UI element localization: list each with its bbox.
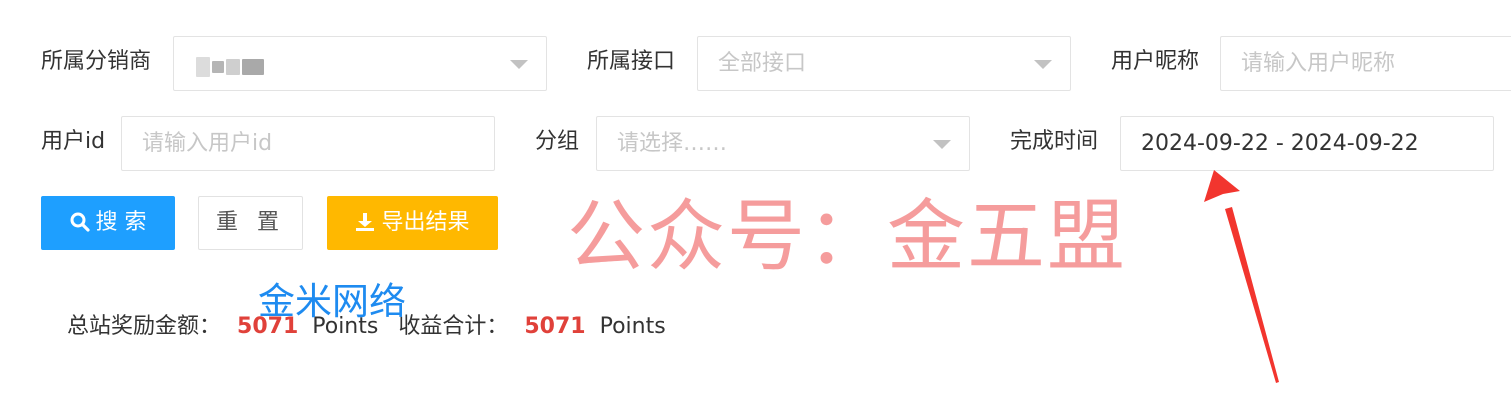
reset-button[interactable]: 重 置: [198, 196, 303, 250]
total-reward-label: 总站奖励金额：: [67, 314, 222, 339]
income-label: 收益合计：: [398, 314, 509, 339]
watermark-red-text: 公众号：金五盟: [567, 192, 1128, 282]
blurred-distributor-value: [196, 57, 210, 77]
annotation-arrow-icon: [1204, 170, 1279, 383]
search-button-label: 搜 索: [95, 210, 147, 235]
search-icon: [70, 212, 90, 232]
blurred-distributor-value-2: [212, 61, 224, 73]
watermark-blue-text: 金米网络: [258, 280, 406, 323]
income-value: 5071: [524, 314, 586, 339]
chevron-down-icon: [510, 60, 528, 69]
reset-button-label: 重 置: [216, 210, 285, 235]
nickname-input-placeholder: 请输入用户昵称: [1241, 51, 1396, 76]
complete-time-value: 2024-09-22 - 2024-09-22: [1141, 131, 1419, 156]
chevron-down-icon: [933, 140, 951, 149]
interface-select[interactable]: 全部接口: [697, 36, 1071, 91]
user-id-input-placeholder: 请输入用户id: [142, 131, 273, 156]
distributor-label: 所属分销商: [41, 49, 152, 74]
distributor-select[interactable]: [173, 36, 547, 91]
user-id-input[interactable]: 请输入用户id: [121, 116, 495, 171]
nickname-label: 用户昵称: [1111, 49, 1200, 74]
group-select-placeholder: 请选择……: [617, 131, 728, 156]
download-icon: [356, 213, 375, 231]
user-id-label: 用户id: [41, 129, 106, 154]
income-unit: Points: [599, 314, 666, 339]
interface-label: 所属接口: [587, 49, 676, 74]
export-button-label: 导出结果: [381, 210, 470, 235]
group-label: 分组: [535, 129, 580, 154]
search-button[interactable]: 搜 索: [41, 196, 175, 250]
chevron-down-icon: [1034, 60, 1052, 69]
group-select[interactable]: 请选择……: [596, 116, 970, 171]
complete-time-range-input[interactable]: 2024-09-22 - 2024-09-22: [1120, 116, 1494, 171]
blurred-distributor-value-4: [242, 59, 264, 75]
complete-time-label: 完成时间: [1010, 129, 1099, 154]
blurred-distributor-value-3: [226, 59, 240, 75]
export-button[interactable]: 导出结果: [327, 196, 498, 250]
nickname-input[interactable]: 请输入用户昵称: [1220, 36, 1511, 91]
interface-select-placeholder: 全部接口: [718, 51, 807, 76]
